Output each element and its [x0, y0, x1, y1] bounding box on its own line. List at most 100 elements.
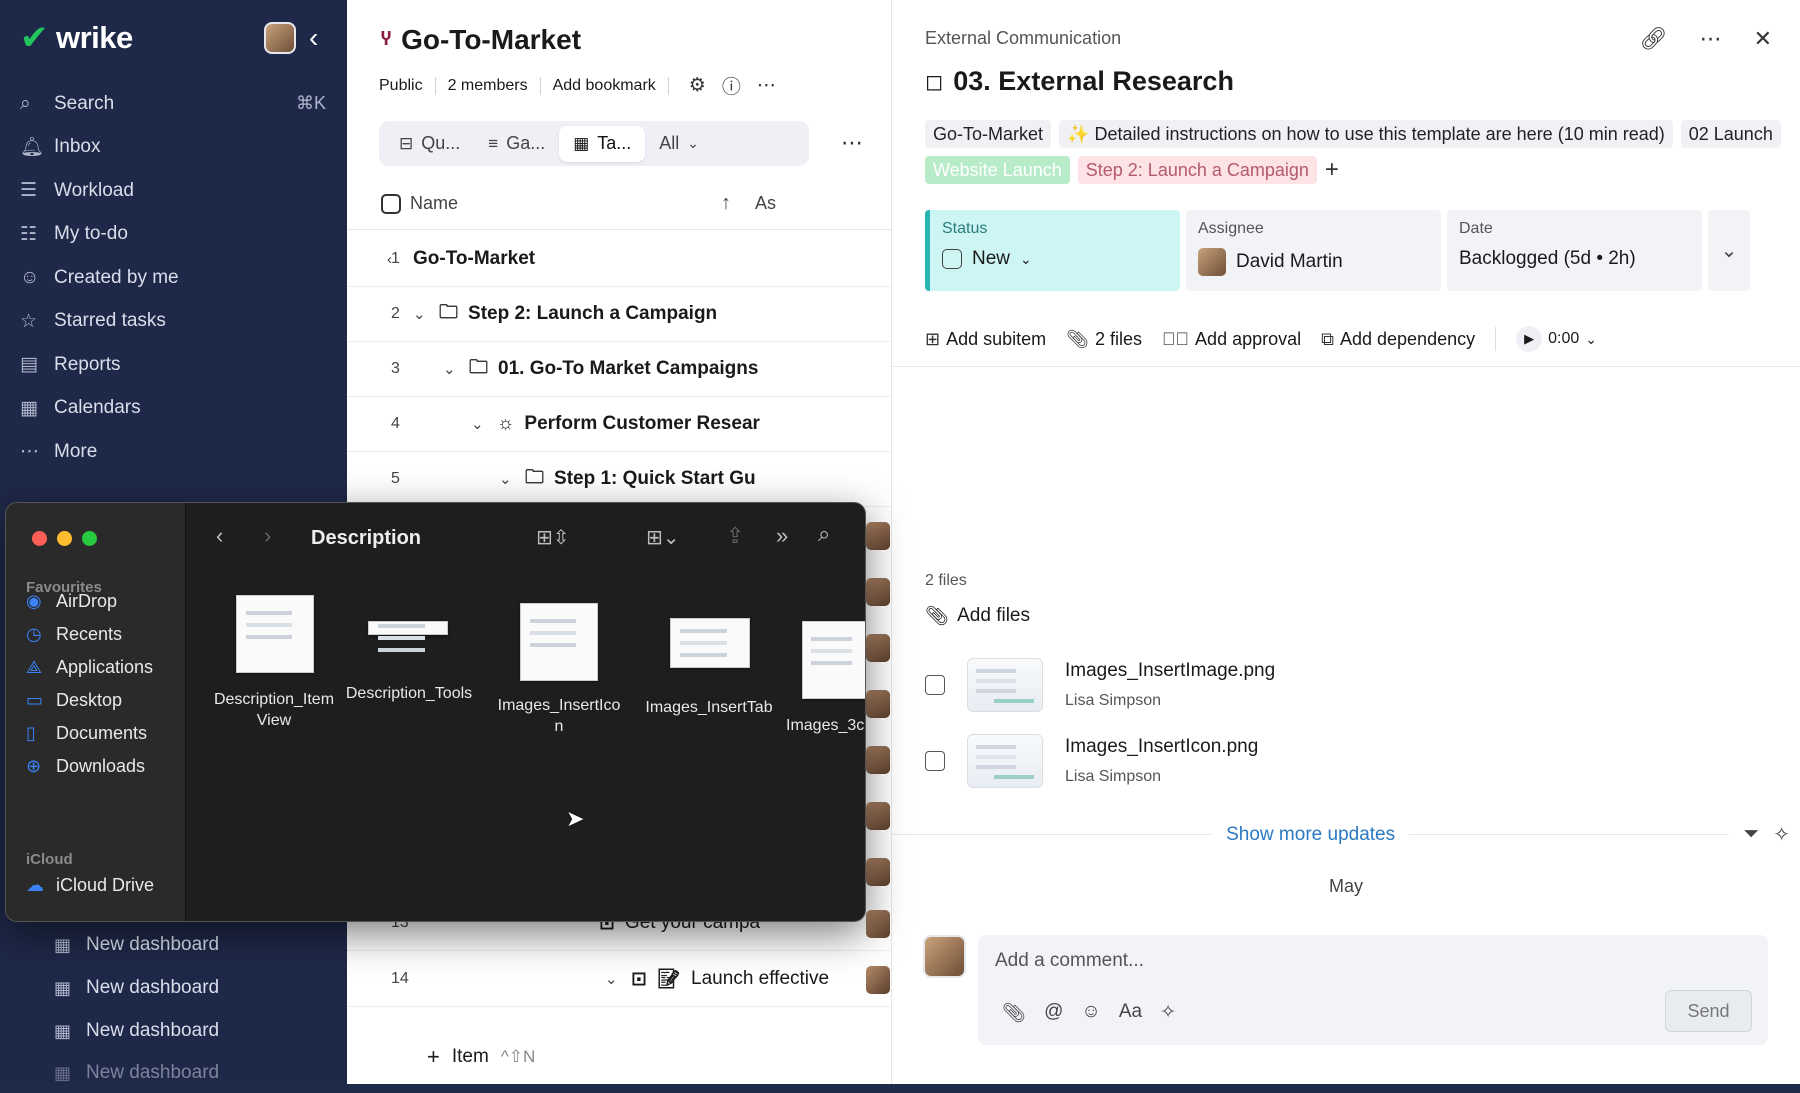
- file-thumbnail[interactable]: [520, 603, 598, 681]
- column-name-header[interactable]: Name: [410, 193, 458, 214]
- sharing-label[interactable]: Public: [379, 77, 423, 95]
- status-checkbox[interactable]: [942, 249, 962, 269]
- forward-icon[interactable]: ›: [264, 523, 271, 549]
- grid-view-icon[interactable]: ⊞⇳: [536, 525, 570, 550]
- breadcrumb[interactable]: External Communication: [925, 28, 1121, 49]
- tab-gantt[interactable]: ≡ Ga...: [474, 126, 559, 162]
- tag[interactable]: ✨ Detailed instructions on how to use th…: [1059, 120, 1673, 148]
- sidebar-item-applications[interactable]: ⟁ Applications: [26, 657, 153, 678]
- select-all-checkbox[interactable]: [381, 193, 401, 214]
- sidebar-item-dashboard[interactable]: ▦ New dashboard: [54, 1053, 344, 1093]
- sidebar-item-calendars[interactable]: ▦ Calendars: [20, 387, 330, 431]
- user-avatar[interactable]: [264, 22, 296, 54]
- collapse-sidebar-icon[interactable]: ‹: [309, 22, 318, 54]
- file-thumbnail[interactable]: [236, 595, 314, 673]
- sidebar-item-more[interactable]: ⋯ More: [20, 430, 330, 474]
- sparkle-icon[interactable]: ✧: [1773, 822, 1790, 847]
- close-icon[interactable]: ✕: [1754, 26, 1772, 52]
- add-dependency-button[interactable]: ⧉ Add dependency: [1321, 329, 1475, 350]
- table-row[interactable]: 5 ⌄ 🗀 Step 1: Quick Start Gu: [347, 452, 891, 507]
- view-more-icon[interactable]: ⋯: [841, 130, 863, 156]
- chevron-down-icon[interactable]: ⌄: [605, 970, 621, 988]
- minimize-window-button[interactable]: [57, 531, 72, 546]
- project-title[interactable]: Go-To-Market: [401, 24, 581, 56]
- sidebar-item-reports[interactable]: ▤ Reports: [20, 343, 330, 387]
- link-icon[interactable]: 🔗︎: [1640, 26, 1668, 52]
- more-toolbar-icon[interactable]: »: [776, 523, 788, 549]
- sidebar-item-created-by-me[interactable]: ☺ Created by me: [20, 256, 330, 300]
- file-checkbox[interactable]: [925, 751, 945, 771]
- file-label[interactable]: Description_Tools: [338, 683, 480, 704]
- table-row[interactable]: 2 ⌄ 🗀 Step 2: Launch a Campaign: [347, 287, 891, 342]
- file-thumbnail[interactable]: [802, 621, 865, 699]
- assignee-field[interactable]: Assignee David Martin: [1186, 210, 1441, 291]
- file-attachment[interactable]: Images_InsertIcon.png Lisa Simpson: [925, 734, 1625, 788]
- sidebar-item-downloads[interactable]: ⊕ Downloads: [26, 756, 145, 777]
- files-button[interactable]: 📎︎ 2 files: [1066, 329, 1142, 350]
- file-name[interactable]: Images_InsertIcon.png: [1065, 736, 1258, 758]
- wrike-logo[interactable]: ✔ wrike: [20, 20, 133, 56]
- tag[interactable]: Go-To-Market: [925, 120, 1052, 148]
- mention-icon[interactable]: @: [1044, 1001, 1063, 1025]
- emoji-icon[interactable]: ☺: [1081, 1001, 1100, 1025]
- add-approval-button[interactable]: ✓⃝ Add approval: [1162, 329, 1301, 350]
- add-bookmark-button[interactable]: Add bookmark: [553, 77, 656, 95]
- show-more-updates-link[interactable]: Show more updates: [1212, 824, 1409, 846]
- sidebar-item-dashboard[interactable]: ▦ New dashboard: [54, 925, 344, 965]
- sidebar-item-desktop[interactable]: ▭ Desktop: [26, 690, 122, 711]
- tag[interactable]: Step 2: Launch a Campaign: [1077, 156, 1317, 184]
- sidebar-item-documents[interactable]: ▯ Documents: [26, 723, 147, 744]
- table-row[interactable]: 1 ‹ Go-To-Market: [347, 232, 891, 287]
- group-by-icon[interactable]: ⊞⌄: [646, 525, 680, 550]
- sort-arrow-icon[interactable]: ↑: [721, 192, 731, 215]
- info-icon[interactable]: ⓘ: [722, 72, 741, 99]
- attach-icon[interactable]: 📎︎: [1002, 1001, 1026, 1025]
- chevron-down-icon[interactable]: ⌄: [413, 305, 429, 323]
- chevron-down-icon[interactable]: ⌄: [443, 360, 459, 378]
- file-label[interactable]: Description_Item View: [206, 689, 342, 731]
- file-checkbox[interactable]: [925, 675, 945, 695]
- file-label[interactable]: Images_3c: [786, 715, 865, 736]
- sidebar-item-airdrop[interactable]: ◉ AirDrop: [26, 591, 117, 612]
- file-name[interactable]: Images_InsertImage.png: [1065, 660, 1275, 682]
- sidebar-item-icloud-drive[interactable]: ☁ iCloud Drive: [26, 875, 154, 896]
- expand-fields-button[interactable]: ⌄: [1708, 210, 1750, 291]
- filter-dropdown[interactable]: All ⌄: [645, 126, 713, 162]
- add-files-button[interactable]: 📎︎ Add files: [925, 604, 1030, 628]
- chevron-down-icon[interactable]: ⌄: [1585, 331, 1597, 348]
- ai-sparkle-icon[interactable]: ✧: [1160, 1001, 1176, 1025]
- tab-table[interactable]: ▦ Ta...: [559, 125, 646, 162]
- column-assignee-header[interactable]: As: [755, 193, 776, 214]
- comment-box[interactable]: Add a comment... 📎︎ @ ☺ Aa ✧ Send: [978, 935, 1768, 1045]
- comment-input[interactable]: Add a comment...: [995, 950, 1144, 972]
- file-thumbnail[interactable]: [967, 734, 1043, 788]
- play-icon[interactable]: ▶: [1516, 326, 1543, 352]
- tab-queue[interactable]: ⊟ Qu...: [385, 126, 474, 162]
- sidebar-item-search[interactable]: ⌕ Search ⌘K: [20, 82, 330, 126]
- file-thumbnail[interactable]: [368, 621, 448, 635]
- add-tag-icon[interactable]: +: [1325, 156, 1339, 184]
- gear-icon[interactable]: ⚙: [689, 74, 706, 97]
- share-icon[interactable]: ⇪: [726, 523, 744, 549]
- table-row[interactable]: 14 ⌄ ⊡ 📝︎ Launch effective: [347, 952, 891, 1007]
- tag[interactable]: Website Launch: [925, 156, 1070, 184]
- members-label[interactable]: 2 members: [448, 77, 528, 95]
- close-window-button[interactable]: [32, 531, 47, 546]
- more-icon[interactable]: ⋯: [1700, 26, 1722, 52]
- table-row[interactable]: 4 ⌄ ☼ Perform Customer Resear: [347, 397, 891, 452]
- add-item-button[interactable]: + Item ^⇧N: [427, 1044, 535, 1070]
- back-icon[interactable]: ‹: [216, 523, 223, 549]
- chevron-down-icon[interactable]: ⌄: [471, 415, 487, 433]
- file-thumbnail[interactable]: [967, 658, 1043, 712]
- add-subitem-button[interactable]: ⊞ Add subitem: [925, 329, 1046, 350]
- file-label[interactable]: Images_InsertTab: [634, 697, 784, 718]
- sidebar-item-recents[interactable]: ◷ Recents: [26, 624, 122, 645]
- date-field[interactable]: Date Backlogged (5d • 2h): [1447, 210, 1702, 291]
- task-title[interactable]: 03. External Research: [953, 66, 1234, 97]
- chevron-left-icon[interactable]: ‹: [387, 251, 403, 268]
- file-thumbnail[interactable]: [670, 618, 750, 668]
- table-row[interactable]: 3 ⌄ 🗀 01. Go-To Market Campaigns: [347, 342, 891, 397]
- time-tracker[interactable]: ▶ 0:00 ⌄: [1516, 326, 1597, 352]
- sidebar-item-inbox[interactable]: 🔔︎ Inbox: [20, 126, 330, 170]
- search-icon[interactable]: ⌕: [818, 521, 830, 547]
